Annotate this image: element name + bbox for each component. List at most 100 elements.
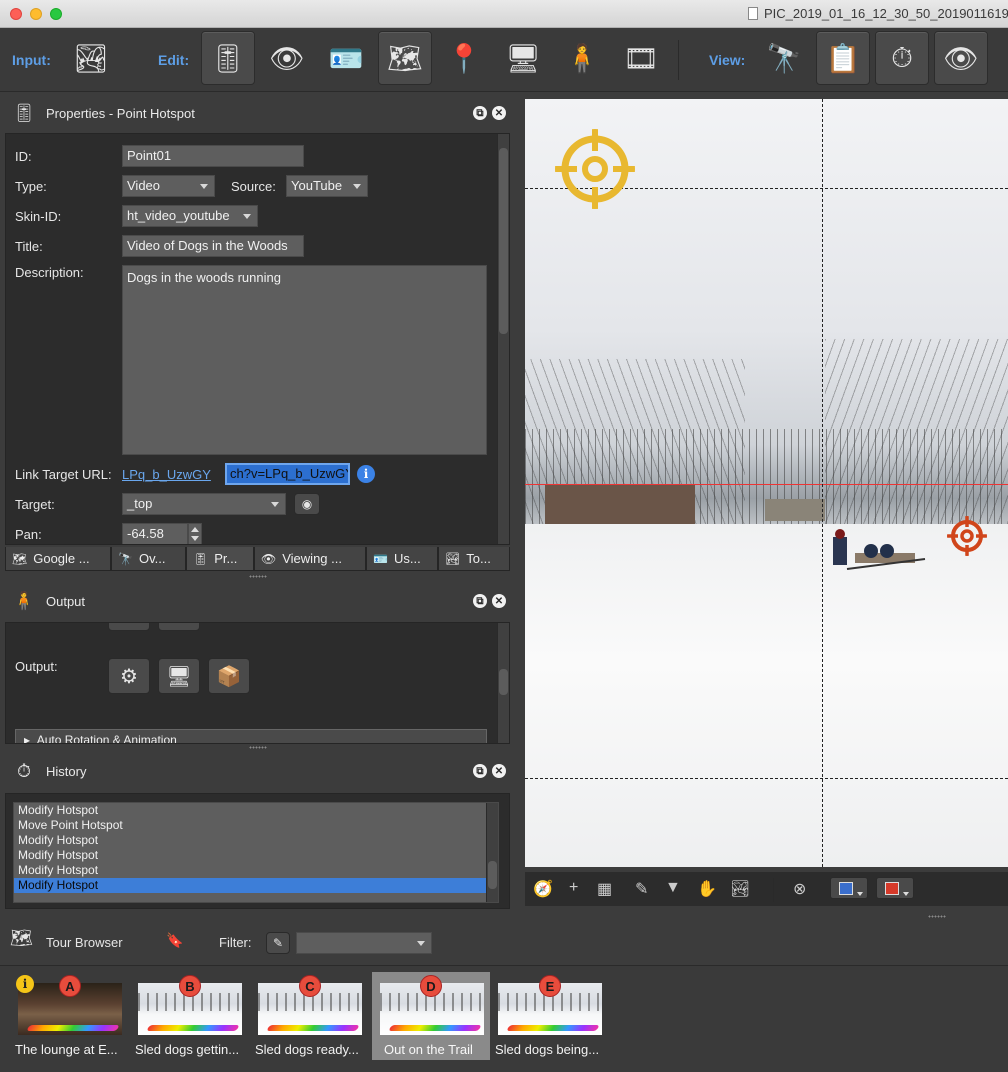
title-field[interactable]: Video of Dogs in the Woods: [122, 235, 304, 257]
scrollbar-thumb[interactable]: [488, 861, 497, 889]
close-panel-button[interactable]: ✕: [492, 594, 506, 608]
hotspot-target[interactable]: [947, 516, 987, 556]
tab-label: Viewing ...: [282, 551, 342, 566]
float-panel-button[interactable]: ⧉: [473, 764, 487, 778]
minimize-window-button[interactable]: [30, 8, 42, 20]
tour-thumbnail-selected[interactable]: D Out on the Trail: [372, 972, 490, 1060]
properties-panel-title: Properties - Point Hotspot: [46, 106, 195, 121]
view-label: View:: [709, 52, 746, 68]
tab-tour[interactable]: 🏞 To...: [438, 547, 510, 571]
history-item[interactable]: Modify Hotspot: [14, 863, 498, 878]
sort-stamp-button[interactable]: 🔖: [166, 932, 183, 949]
view-cone-button[interactable]: ▼: [665, 879, 681, 897]
auto-rotation-expander[interactable]: ▸ Auto Rotation & Animation: [15, 729, 487, 744]
google-maps-button[interactable]: 📍: [437, 31, 491, 85]
float-panel-button[interactable]: ⧉: [473, 594, 487, 608]
sliders-icon: 🎚: [210, 42, 246, 74]
tab-viewing[interactable]: 👁 Viewing ...: [254, 547, 366, 571]
history-scrollbar[interactable]: [486, 803, 498, 902]
target-options-button[interactable]: ◉: [294, 493, 320, 515]
zoom-window-button[interactable]: [50, 8, 62, 20]
type-select[interactable]: Video: [122, 175, 215, 197]
tour-thumbnail-strip: A The lounge at E... B Sled dogs gettin.…: [0, 965, 1008, 1072]
compass-button[interactable]: 🧭: [533, 879, 553, 899]
add-panorama-button[interactable]: 🏞: [64, 31, 118, 85]
history-item[interactable]: Move Point Hotspot: [14, 818, 498, 833]
red-color-picker[interactable]: [876, 877, 914, 899]
tab-user-data[interactable]: 🪪 Us...: [366, 547, 438, 571]
info-icon[interactable]: i: [357, 465, 375, 483]
properties-button[interactable]: 🎚: [201, 31, 255, 85]
history-item-selected[interactable]: Modify Hotspot: [14, 878, 498, 893]
link-target-url-link[interactable]: LPq_b_UzwGY: [122, 467, 211, 482]
plus-icon: +: [569, 879, 579, 896]
google-street-view-button[interactable]: 🧍: [555, 31, 609, 85]
clipboard-button[interactable]: 📋: [816, 31, 870, 85]
splitter-handle[interactable]: [928, 915, 946, 918]
history-button[interactable]: ⏱: [875, 31, 929, 85]
skin-id-label: Skin-ID:: [15, 209, 62, 224]
output-settings-button[interactable]: ⚙: [108, 658, 150, 694]
scrollbar-thumb[interactable]: [499, 669, 508, 695]
rainbow-stripe: [506, 1025, 600, 1031]
tab-google-maps[interactable]: 🗺 Google ...: [5, 547, 111, 571]
crosshair-button[interactable]: +: [569, 879, 578, 897]
hotspot-target-selected[interactable]: [555, 129, 635, 209]
blue-color-picker[interactable]: [830, 877, 868, 899]
filter-tag-button[interactable]: ✎: [266, 932, 290, 954]
link-target-url-field[interactable]: ch?v=LPq_b_UzwGY: [225, 463, 350, 485]
measure-button[interactable]: ✎: [635, 879, 648, 899]
close-window-button[interactable]: [10, 8, 22, 20]
output-button[interactable]: 🖥: [496, 31, 550, 85]
tour-thumbnail[interactable]: E Sled dogs being...: [495, 972, 613, 1060]
tour-browser-icon: 🗺: [10, 928, 33, 948]
filter-label: Filter:: [219, 935, 252, 950]
hotspot-toggle-button[interactable]: ⊗: [793, 879, 806, 899]
output-preview-button[interactable]: 🖥: [158, 658, 200, 694]
float-panel-button[interactable]: ⧉: [473, 106, 487, 120]
tab-properties[interactable]: 🎚 Pr...: [186, 547, 254, 571]
pan-stepper[interactable]: [188, 523, 202, 544]
skin-id-select[interactable]: ht_video_youtube: [122, 205, 258, 227]
output-partial-button[interactable]: [158, 623, 200, 631]
stamp-icon: 🔖: [166, 932, 184, 948]
tab-overview[interactable]: 🔭 Ov...: [111, 547, 186, 571]
overview-button[interactable]: 🔭: [757, 31, 811, 85]
video-button[interactable]: 🎞: [614, 31, 668, 85]
tour-browser-header: 🗺 Tour Browser 🔖 Filter: ✎: [0, 922, 523, 962]
user-data-button[interactable]: 🪪: [319, 31, 373, 85]
scrollbar-thumb[interactable]: [499, 148, 508, 334]
grid-button[interactable]: ▦: [597, 879, 612, 899]
history-item[interactable]: Modify Hotspot: [14, 803, 498, 818]
source-select[interactable]: YouTube: [286, 175, 368, 197]
tour-thumbnail[interactable]: B Sled dogs gettin...: [135, 972, 253, 1060]
id-field[interactable]: Point01: [122, 145, 304, 167]
preview-button[interactable]: 👁: [934, 31, 988, 85]
target-select[interactable]: _top: [122, 493, 286, 515]
chevron-down-icon: [243, 214, 251, 219]
output-partial-button[interactable]: [108, 623, 150, 631]
output-scrollbar[interactable]: [497, 623, 509, 743]
output-package-button[interactable]: 📦: [208, 658, 250, 694]
tour-thumbnail[interactable]: C Sled dogs ready...: [255, 972, 373, 1060]
filter-select[interactable]: [296, 932, 432, 954]
panorama-view-button[interactable]: 🏞: [730, 879, 750, 899]
history-item[interactable]: Modify Hotspot: [14, 833, 498, 848]
sliders-icon: 🎚: [12, 102, 36, 123]
close-panel-button[interactable]: ✕: [492, 764, 506, 778]
chevron-down-icon: [903, 892, 909, 896]
panorama-viewer[interactable]: [525, 99, 1008, 867]
expander-label: Auto Rotation & Animation: [36, 733, 177, 744]
output-panel-title: Output: [46, 594, 86, 609]
properties-scrollbar[interactable]: [497, 134, 509, 544]
splitter-handle[interactable]: [249, 746, 267, 749]
description-label: Description:: [15, 265, 84, 280]
pan-field[interactable]: -64.58: [122, 523, 188, 544]
pan-hand-button[interactable]: ✋: [697, 879, 717, 899]
close-panel-button[interactable]: ✕: [492, 106, 506, 120]
splitter-handle[interactable]: [249, 575, 267, 578]
history-item[interactable]: Modify Hotspot: [14, 848, 498, 863]
tour-browser-button[interactable]: 🗺: [378, 31, 432, 85]
description-textarea[interactable]: Dogs in the woods running: [122, 265, 487, 455]
viewing-parameters-button[interactable]: 👁: [260, 31, 314, 85]
